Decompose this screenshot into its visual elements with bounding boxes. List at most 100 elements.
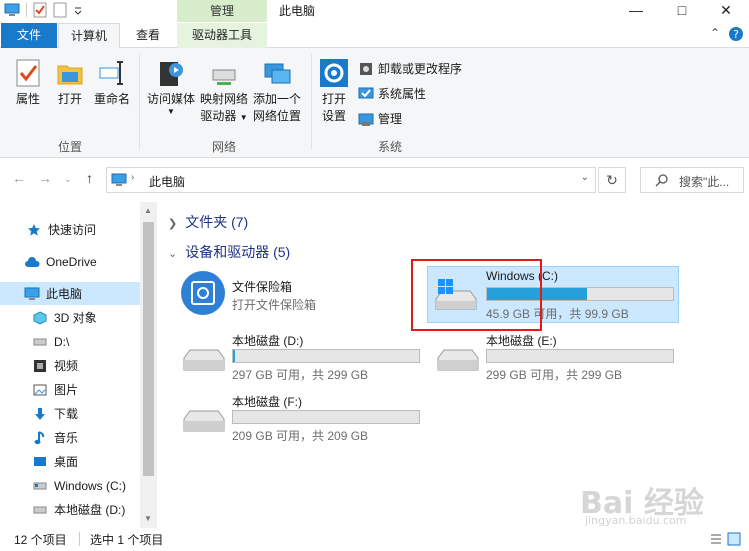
minimize-button[interactable]: — bbox=[617, 0, 655, 22]
sidebar-item-label: D:\ bbox=[54, 334, 70, 349]
star-icon bbox=[26, 222, 42, 238]
scroll-thumb[interactable] bbox=[143, 222, 154, 476]
sidebar-item-quick-access[interactable]: 快速访问 bbox=[0, 218, 140, 241]
refresh-button[interactable]: ↻ bbox=[598, 167, 626, 193]
sidebar-item-pictures[interactable]: 图片 bbox=[0, 378, 140, 401]
help-icon[interactable]: ? bbox=[728, 26, 744, 45]
tab-file[interactable]: 文件 bbox=[1, 23, 57, 48]
uninstall-button[interactable]: 卸载或更改程序 bbox=[358, 60, 462, 77]
drive-space-text: 299 GB 可用，共 299 GB bbox=[486, 368, 623, 382]
vault-tile[interactable]: 文件保险箱 打开文件保险箱 bbox=[176, 268, 426, 324]
search-box[interactable]: 搜索"此... bbox=[640, 167, 744, 193]
drive-usage-bar bbox=[486, 349, 674, 363]
forward-arrow-icon[interactable]: → bbox=[38, 170, 52, 186]
folders-section-header[interactable]: ❯ 文件夹 (7) bbox=[168, 212, 248, 232]
manage-contextual-tab[interactable]: 管理 bbox=[177, 0, 267, 22]
sidebar-item-label: 此电脑 bbox=[46, 287, 83, 301]
drive-space-text: 297 GB 可用，共 299 GB bbox=[232, 368, 369, 382]
map-drive-label-2: 驱动器 bbox=[200, 109, 237, 123]
chevron-down-icon: ⌄ bbox=[168, 248, 178, 260]
devices-section-header[interactable]: ⌄ 设备和驱动器 (5) bbox=[168, 242, 290, 262]
vault-name: 文件保险箱 bbox=[232, 280, 293, 294]
breadcrumb-chevron-icon[interactable]: › bbox=[131, 172, 134, 183]
download-icon bbox=[32, 406, 48, 422]
large-icons-view-icon[interactable] bbox=[727, 532, 741, 546]
computer-icon bbox=[111, 173, 127, 186]
address-path: 此电脑 bbox=[149, 175, 186, 189]
sidebar-item-3d-objects[interactable]: 3D 对象 bbox=[0, 306, 140, 329]
qat-dropdown-icon[interactable] bbox=[73, 5, 83, 15]
drive-tile-f[interactable]: 本地磁盘 (F:) 209 GB 可用，共 209 GB bbox=[174, 391, 424, 447]
qat-separator bbox=[26, 3, 27, 17]
recent-locations-icon[interactable]: ⌄ bbox=[64, 174, 72, 185]
open-button[interactable]: 打开 bbox=[52, 58, 88, 108]
access-media-button[interactable]: 访问媒体 ▼ bbox=[145, 58, 197, 116]
details-view-icon[interactable] bbox=[709, 532, 723, 546]
close-button[interactable]: ✕ bbox=[707, 0, 745, 22]
properties-icon[interactable] bbox=[33, 2, 47, 18]
sidebar-item-this-pc[interactable]: 此电脑 bbox=[0, 282, 140, 305]
open-settings-label-2: 设置 bbox=[321, 109, 346, 123]
group-location-label: 位置 bbox=[58, 140, 83, 154]
picture-icon bbox=[32, 382, 48, 398]
drive-usage-bar bbox=[232, 410, 420, 424]
computer-icon bbox=[24, 286, 40, 302]
map-drive-button[interactable]: 映射网络 驱动器 ▼ bbox=[198, 58, 250, 126]
sidebar-item-c-drive[interactable]: Windows (C:) bbox=[0, 474, 140, 497]
properties-label: 属性 bbox=[15, 92, 40, 106]
drive-tile-e[interactable]: 本地磁盘 (E:) 299 GB 可用，共 299 GB bbox=[428, 330, 678, 386]
network-location-icon bbox=[264, 63, 291, 84]
scroll-down-icon[interactable]: ▼ bbox=[144, 514, 152, 523]
sidebar-item-desktop[interactable]: 桌面 bbox=[0, 450, 140, 473]
title-bar: 管理 此电脑 — □ ✕ bbox=[0, 0, 749, 22]
sidebar-item-videos[interactable]: 视频 bbox=[0, 354, 140, 377]
tab-computer[interactable]: 计算机 bbox=[58, 23, 120, 49]
collapse-ribbon-icon[interactable]: ⌃ bbox=[710, 26, 720, 40]
music-icon bbox=[32, 430, 48, 446]
chevron-right-icon: ❯ bbox=[168, 218, 178, 230]
open-settings-button[interactable]: 打开 设置 bbox=[316, 58, 352, 125]
drive-usage-fill bbox=[233, 350, 235, 362]
status-bar: 12 个项目 选中 1 个项目 bbox=[0, 528, 749, 551]
drive-space-text: 209 GB 可用，共 209 GB bbox=[232, 429, 369, 443]
sidebar-item-downloads[interactable]: 下载 bbox=[0, 402, 140, 425]
media-icon bbox=[160, 62, 183, 86]
back-arrow-icon[interactable]: ← bbox=[12, 170, 26, 186]
sidebar-item-label: 本地磁盘 (D:) bbox=[54, 503, 126, 517]
manage-button[interactable]: 管理 bbox=[358, 110, 402, 127]
sidebar-item-onedrive[interactable]: OneDrive bbox=[0, 250, 140, 273]
sidebar-item-d-drive[interactable]: D:\ bbox=[0, 330, 140, 353]
tab-view[interactable]: 查看 bbox=[126, 23, 170, 48]
folder-open-icon bbox=[57, 65, 83, 85]
sidebar-item-local-disk-d[interactable]: 本地磁盘 (D:) bbox=[0, 498, 140, 521]
ribbon: 属性 打开 重命名 位置 访问媒体 ▼ 映射网络 驱动器 ▼ 添加一个 网络位置… bbox=[0, 48, 749, 158]
group-system-label: 系统 bbox=[378, 140, 403, 154]
system-properties-label: 系统属性 bbox=[378, 87, 427, 101]
scroll-up-icon[interactable]: ▲ bbox=[144, 206, 152, 215]
annotation-highlight-box bbox=[411, 259, 542, 331]
sidebar-item-label: 下载 bbox=[54, 407, 79, 421]
search-icon bbox=[655, 174, 668, 187]
properties-button[interactable]: 属性 bbox=[8, 58, 48, 108]
new-folder-icon[interactable] bbox=[53, 2, 67, 18]
system-properties-icon bbox=[358, 87, 374, 98]
rename-button[interactable]: 重命名 bbox=[92, 58, 132, 108]
selected-count: 选中 1 个项目 bbox=[90, 533, 164, 547]
address-bar[interactable]: › 此电脑 ⌄ bbox=[106, 167, 596, 193]
sidebar-item-label: 快速访问 bbox=[48, 223, 97, 237]
drive-name: 本地磁盘 (F:) bbox=[232, 395, 302, 409]
item-count: 12 个项目 bbox=[14, 533, 67, 547]
manage-label: 管理 bbox=[378, 112, 403, 126]
drive-tile-d[interactable]: 本地磁盘 (D:) 297 GB 可用，共 299 GB bbox=[174, 330, 424, 386]
address-dropdown-icon[interactable]: ⌄ bbox=[581, 172, 589, 183]
tab-drive-tools[interactable]: 驱动器工具 bbox=[177, 23, 267, 48]
network-drive-icon bbox=[212, 69, 236, 85]
up-arrow-icon[interactable]: ↑ bbox=[86, 170, 93, 186]
manage-icon bbox=[358, 113, 374, 126]
sidebar-item-music[interactable]: 音乐 bbox=[0, 426, 140, 449]
maximize-button[interactable]: □ bbox=[663, 0, 701, 22]
rename-label: 重命名 bbox=[93, 92, 130, 106]
add-network-location-button[interactable]: 添加一个 网络位置 bbox=[250, 58, 304, 125]
system-properties-button[interactable]: 系统属性 bbox=[358, 85, 426, 102]
sidebar-scrollbar[interactable]: ▲ ▼ bbox=[140, 202, 157, 528]
